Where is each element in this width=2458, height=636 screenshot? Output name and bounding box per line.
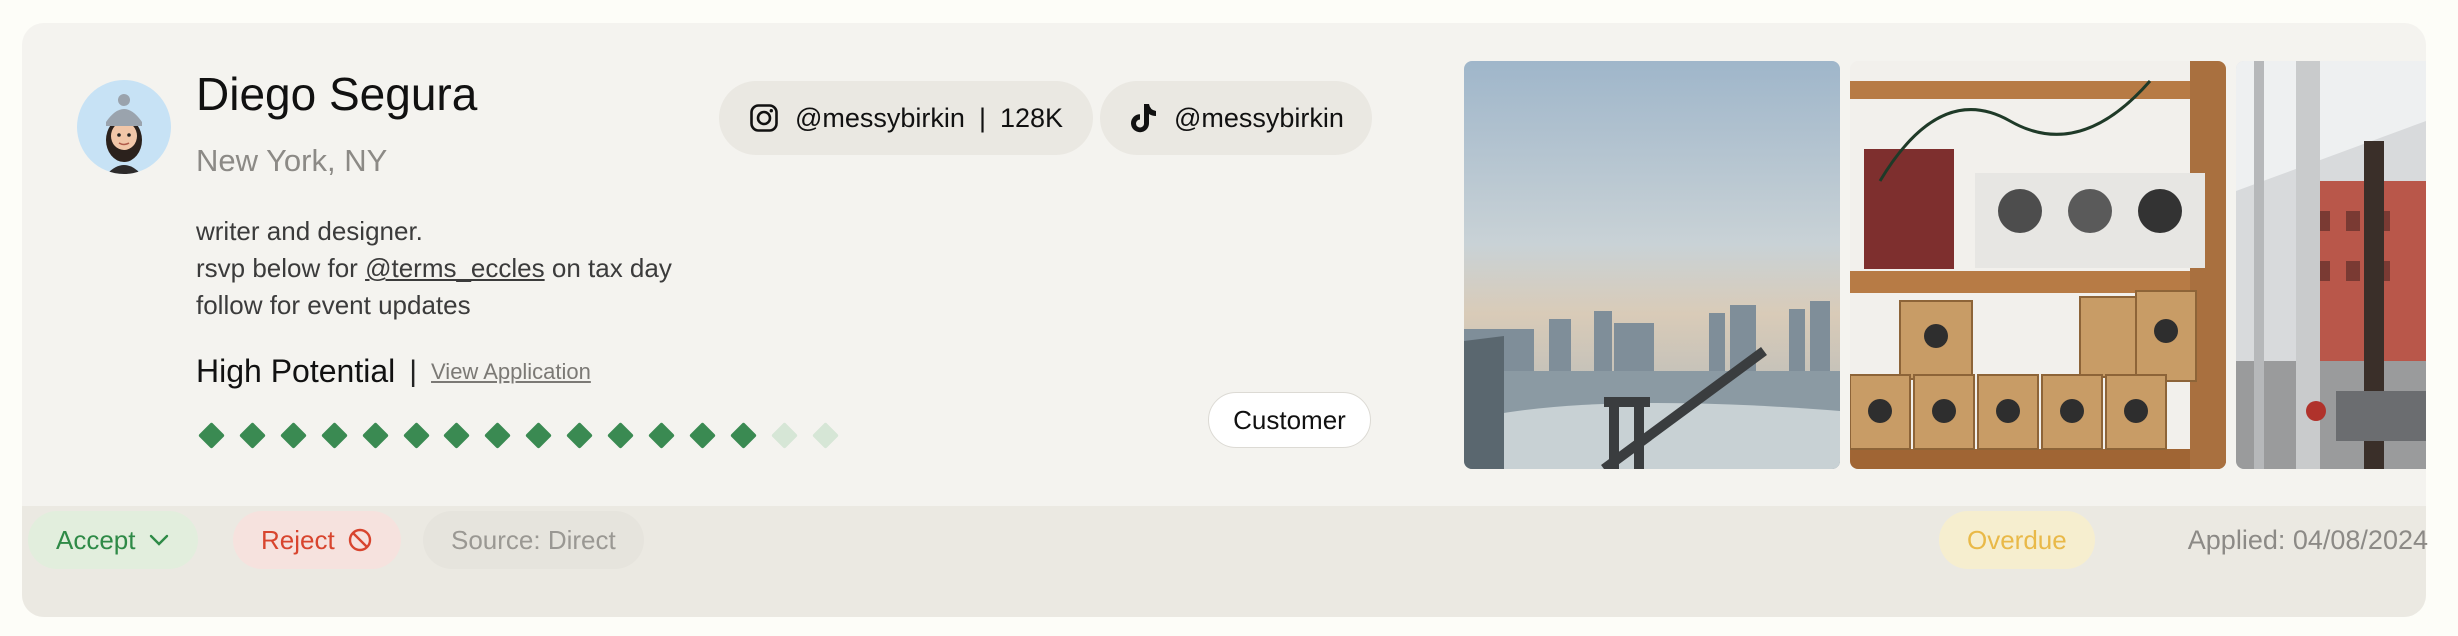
rating-diamond-filled [361, 422, 389, 449]
chevron-down-icon [148, 533, 170, 547]
photo-thumbnail[interactable] [1464, 61, 1840, 469]
rating-diamond-filled [198, 422, 225, 449]
accept-label: Accept [56, 524, 136, 555]
bio-line: follow for event updates [196, 290, 471, 320]
accept-button[interactable]: Accept [28, 511, 198, 569]
reject-button[interactable]: Reject [233, 511, 401, 569]
rating-diamond-filled [607, 422, 634, 449]
rating-diamond-filled [238, 422, 266, 449]
bio-text: on tax day [551, 253, 672, 283]
rating-diamond-filled [484, 422, 512, 449]
bio-line: writer and designer. [196, 216, 423, 246]
rating-diamond-filled [443, 422, 471, 449]
rating-diamond-filled [647, 422, 675, 449]
applicant-location: New York, NY [196, 143, 388, 178]
divider: | [409, 354, 418, 388]
divider: | [978, 102, 986, 133]
customer-tag: Customer [1208, 392, 1371, 448]
overdue-badge: Overdue [1939, 511, 2095, 569]
avatar [77, 80, 171, 174]
bio-text: rsvp below for [196, 253, 358, 283]
rating-diamond-filled [402, 422, 430, 449]
instagram-handle: @messybirkin [795, 102, 965, 133]
mention-link[interactable]: @terms_eccles [365, 253, 545, 283]
instagram-pill[interactable]: @messybirkin | 128K [719, 81, 1094, 155]
tiktok-handle: @messybirkin [1174, 102, 1344, 133]
applicant-name: Diego Segura [196, 68, 478, 120]
photo-thumbnail[interactable] [1850, 61, 2226, 469]
view-application-link[interactable]: View Application [431, 359, 591, 385]
potential-label: High Potential [196, 353, 396, 389]
block-icon [347, 527, 373, 553]
rating-diamond-filled [320, 422, 348, 449]
potential-row: High Potential | View Application [196, 353, 591, 390]
applicant-summary: Diego Segura New York, NY writer and des… [22, 23, 2426, 506]
bio-line: rsvp below for @terms_eccles on tax day [196, 250, 672, 287]
reject-label: Reject [261, 524, 335, 555]
tiktok-icon [1128, 103, 1158, 133]
photo-thumbnail[interactable] [2236, 61, 2426, 469]
rating-diamond-empty [770, 422, 798, 449]
rating-diamond-empty [811, 422, 839, 449]
rating-diamond-filled [279, 422, 307, 449]
tiktok-pill[interactable]: @messybirkin [1100, 81, 1372, 155]
instagram-icon [749, 103, 779, 133]
rating-diamond-filled [525, 422, 553, 449]
instagram-followers: 128K [999, 102, 1064, 133]
applicant-bio: writer and designer. rsvp below for @ter… [196, 213, 672, 324]
rating-diamond-filled [729, 422, 757, 449]
source-badge: Source: Direct [423, 511, 644, 569]
applied-date: Applied: 04/08/2024 [2187, 524, 2428, 555]
rating-diamond-filled [566, 422, 594, 449]
rating-diamond-filled [688, 422, 716, 449]
